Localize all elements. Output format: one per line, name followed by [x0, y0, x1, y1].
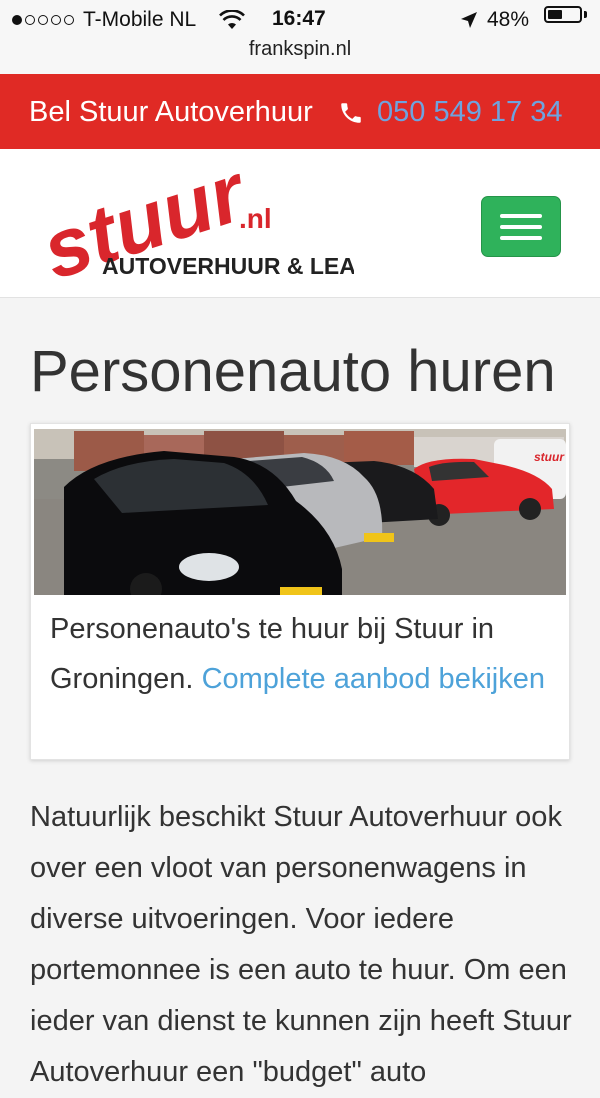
battery-percentage: 48% [487, 8, 530, 31]
site-header: stuur .nl AUTOVERHUUR & LEAS [0, 149, 600, 298]
address-bar-url[interactable]: frankspin.nl [0, 38, 600, 61]
card-caption: Personenauto's te huur bij Stuur in Gron… [50, 613, 545, 695]
car-lot-photo: stuur [34, 429, 566, 595]
phone-icon[interactable] [338, 100, 364, 126]
page-title: Personenauto huren [30, 339, 556, 404]
intro-paragraph: Natuurlijk beschikt Stuur Autoverhuur oo… [30, 801, 572, 1088]
stuur-logo[interactable]: stuur .nl AUTOVERHUUR & LEAS [34, 166, 354, 284]
svg-text:.nl: .nl [239, 203, 272, 234]
wifi-icon [219, 10, 245, 29]
status-bar: T-Mobile NL 16:47 48% frankspin.nl [0, 0, 600, 74]
call-bar: Bel Stuur Autoverhuur 050 549 17 34 [0, 74, 600, 149]
svg-text:AUTOVERHUUR & LEAS: AUTOVERHUUR & LEAS [102, 253, 354, 279]
complete-offer-link[interactable]: Complete aanbod bekijken [202, 663, 545, 695]
battery-icon [544, 6, 582, 23]
location-arrow-icon [461, 12, 477, 28]
svg-text:stuur: stuur [534, 450, 565, 464]
menu-toggle-button[interactable] [481, 196, 561, 257]
clock: 16:47 [272, 7, 326, 30]
signal-strength-icon [12, 15, 74, 25]
carrier-name: T-Mobile NL [83, 8, 197, 31]
featured-card: stuur Personenauto's te huur bij Stuur i… [30, 423, 570, 760]
call-bar-label: Bel Stuur Autoverhuur [29, 96, 313, 128]
phone-number-link[interactable]: 050 549 17 34 [377, 96, 562, 129]
